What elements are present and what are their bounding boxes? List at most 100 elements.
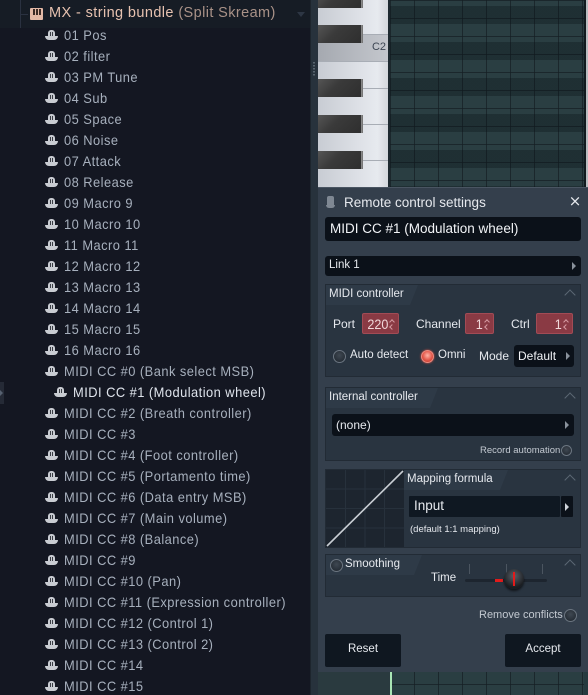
ctrl-label: Ctrl <box>511 317 530 331</box>
knob-icon <box>45 471 58 482</box>
stepper-arrows-icon <box>390 318 396 330</box>
mapping-formula-select[interactable]: Input <box>409 496 560 517</box>
parameter-list-item[interactable]: 16 Macro 16 <box>0 340 310 361</box>
parameter-list-item[interactable]: MIDI CC #3 <box>0 424 310 445</box>
chevron-up-icon[interactable] <box>564 289 576 301</box>
knob-icon <box>326 196 335 209</box>
chevron-up-icon[interactable] <box>564 559 576 571</box>
black-key[interactable] <box>318 79 363 97</box>
accept-button[interactable]: Accept <box>505 634 581 667</box>
mapping-formula-menu-button[interactable] <box>561 496 573 517</box>
knob-icon <box>54 387 67 398</box>
channel-value: 1 <box>475 316 483 332</box>
black-key[interactable] <box>318 151 363 169</box>
browser-collapse-handle[interactable] <box>0 382 4 404</box>
panel-splitter[interactable] <box>310 0 318 695</box>
mode-select[interactable]: Default <box>514 345 574 367</box>
parameter-list-item[interactable]: 02 filter <box>0 46 310 67</box>
port-stepper[interactable]: 220 <box>362 313 399 334</box>
parameter-list-item[interactable]: 05 Space <box>0 109 310 130</box>
parameter-list-item[interactable]: 15 Macro 15 <box>0 319 310 340</box>
plugin-header[interactable]: MX - string bundle (Split Skream) <box>0 0 310 28</box>
parameter-list-item[interactable]: MIDI CC #11 (Expression controller) <box>0 592 310 613</box>
knob-icon <box>45 681 58 692</box>
parameter-list-item[interactable]: MIDI CC #9 <box>0 550 310 571</box>
section-header: Internal controller <box>326 388 438 408</box>
parameter-list-item[interactable]: 13 Macro 13 <box>0 277 310 298</box>
time-slider-knob[interactable] <box>504 569 525 589</box>
note-grid-rows <box>390 0 584 187</box>
knob-icon <box>45 639 58 650</box>
parameter-list-item[interactable]: MIDI CC #6 (Data entry MSB) <box>0 487 310 508</box>
parameter-list-item[interactable]: MIDI CC #12 (Control 1) <box>0 613 310 634</box>
parameter-list-item[interactable]: MIDI CC #14 <box>0 655 310 676</box>
parameter-list-item[interactable]: 09 Macro 9 <box>0 193 310 214</box>
black-key[interactable] <box>318 115 363 133</box>
chevron-up-icon[interactable] <box>564 474 576 486</box>
parameter-list-item[interactable]: 08 Release <box>0 172 310 193</box>
close-icon[interactable]: × <box>568 194 582 209</box>
playhead[interactable] <box>390 672 392 695</box>
smoothing-toggle[interactable] <box>330 559 343 572</box>
parameter-list-item[interactable]: 14 Macro 14 <box>0 298 310 319</box>
internal-controller-select[interactable]: (none) <box>332 414 574 436</box>
parameter-list-item[interactable]: MIDI CC #0 (Bank select MSB) <box>0 361 310 382</box>
smoothing-section: Smoothing Time <box>325 554 581 597</box>
link-selector[interactable]: Link 1 <box>325 256 581 276</box>
chevron-up-icon[interactable] <box>564 392 576 404</box>
parameter-list-item[interactable]: MIDI CC #8 (Balance) <box>0 529 310 550</box>
parameter-list-item[interactable]: MIDI CC #2 (Breath controller) <box>0 403 310 424</box>
reset-button[interactable]: Reset <box>325 634 401 667</box>
parameter-list-item[interactable]: MIDI CC #5 (Portamento time) <box>0 466 310 487</box>
key-separator <box>318 61 388 62</box>
parameter-label: 14 Macro 14 <box>64 300 141 316</box>
midi-controller-section: MIDI controller Port 220 Channel 1 Ctrl … <box>325 284 581 377</box>
remove-conflicts-label: Remove conflicts <box>479 609 563 621</box>
parameter-label: 05 Space <box>64 111 123 127</box>
knob-icon <box>45 135 58 146</box>
mode-label: Mode <box>479 349 510 363</box>
keyboard-footer <box>318 672 390 695</box>
parameter-list-item[interactable]: MIDI CC #7 (Main volume) <box>0 508 310 529</box>
parameter-list: 01 Pos 02 filter 03 PM Tune 04 Sub 05 Sp… <box>0 25 310 695</box>
mode-value: Default <box>518 349 557 363</box>
auto-detect-toggle[interactable] <box>333 350 346 363</box>
parameter-list-item[interactable]: 03 PM Tune <box>0 67 310 88</box>
parameter-list-item[interactable]: 06 Noise <box>0 130 310 151</box>
piano-keyboard[interactable]: C2 <box>318 0 388 187</box>
vertical-scrollbar[interactable] <box>584 0 588 187</box>
remove-conflicts-toggle[interactable] <box>564 609 577 622</box>
arrow-right-icon <box>566 352 570 360</box>
black-key[interactable] <box>318 25 363 43</box>
channel-stepper[interactable]: 1 <box>465 313 494 334</box>
knob-icon <box>45 324 58 335</box>
parameter-label: MIDI CC #3 <box>64 426 136 442</box>
parameter-list-item[interactable]: 01 Pos <box>0 25 310 46</box>
plugin-name: MX - string bundle <box>49 5 174 21</box>
parameter-list-item[interactable]: MIDI CC #1 (Modulation wheel) <box>0 382 310 403</box>
dialog-title: Remote control settings <box>344 195 486 210</box>
target-name-field[interactable]: MIDI CC #1 (Modulation wheel) <box>325 217 581 241</box>
dialog-title-bar[interactable]: Remote control settings × <box>318 188 588 216</box>
knob-icon <box>45 30 58 41</box>
parameter-label: 12 Macro 12 <box>64 258 141 274</box>
plugin-subtitle: (Split Skream) <box>178 5 276 21</box>
knob-icon <box>45 51 58 62</box>
record-automation-toggle[interactable] <box>561 445 572 456</box>
parameter-list-item[interactable]: MIDI CC #4 (Foot controller) <box>0 445 310 466</box>
black-key[interactable] <box>318 0 363 8</box>
parameter-list-item[interactable]: 07 Attack <box>0 151 310 172</box>
parameter-list-item[interactable]: MIDI CC #15 <box>0 676 310 695</box>
omni-toggle[interactable] <box>421 350 434 363</box>
parameter-list-item[interactable]: 12 Macro 12 <box>0 256 310 277</box>
knob-icon <box>45 597 58 608</box>
tree-guide <box>20 14 28 15</box>
parameter-list-item[interactable]: MIDI CC #13 (Control 2) <box>0 634 310 655</box>
parameter-list-item[interactable]: 11 Macro 11 <box>0 235 310 256</box>
parameter-list-item[interactable]: 04 Sub <box>0 88 310 109</box>
chevron-down-icon[interactable] <box>297 12 305 17</box>
target-name: MIDI CC #1 (Modulation wheel) <box>330 221 519 236</box>
parameter-list-item[interactable]: 10 Macro 10 <box>0 214 310 235</box>
parameter-list-item[interactable]: MIDI CC #10 (Pan) <box>0 571 310 592</box>
ctrl-stepper[interactable]: 1 <box>536 313 573 334</box>
